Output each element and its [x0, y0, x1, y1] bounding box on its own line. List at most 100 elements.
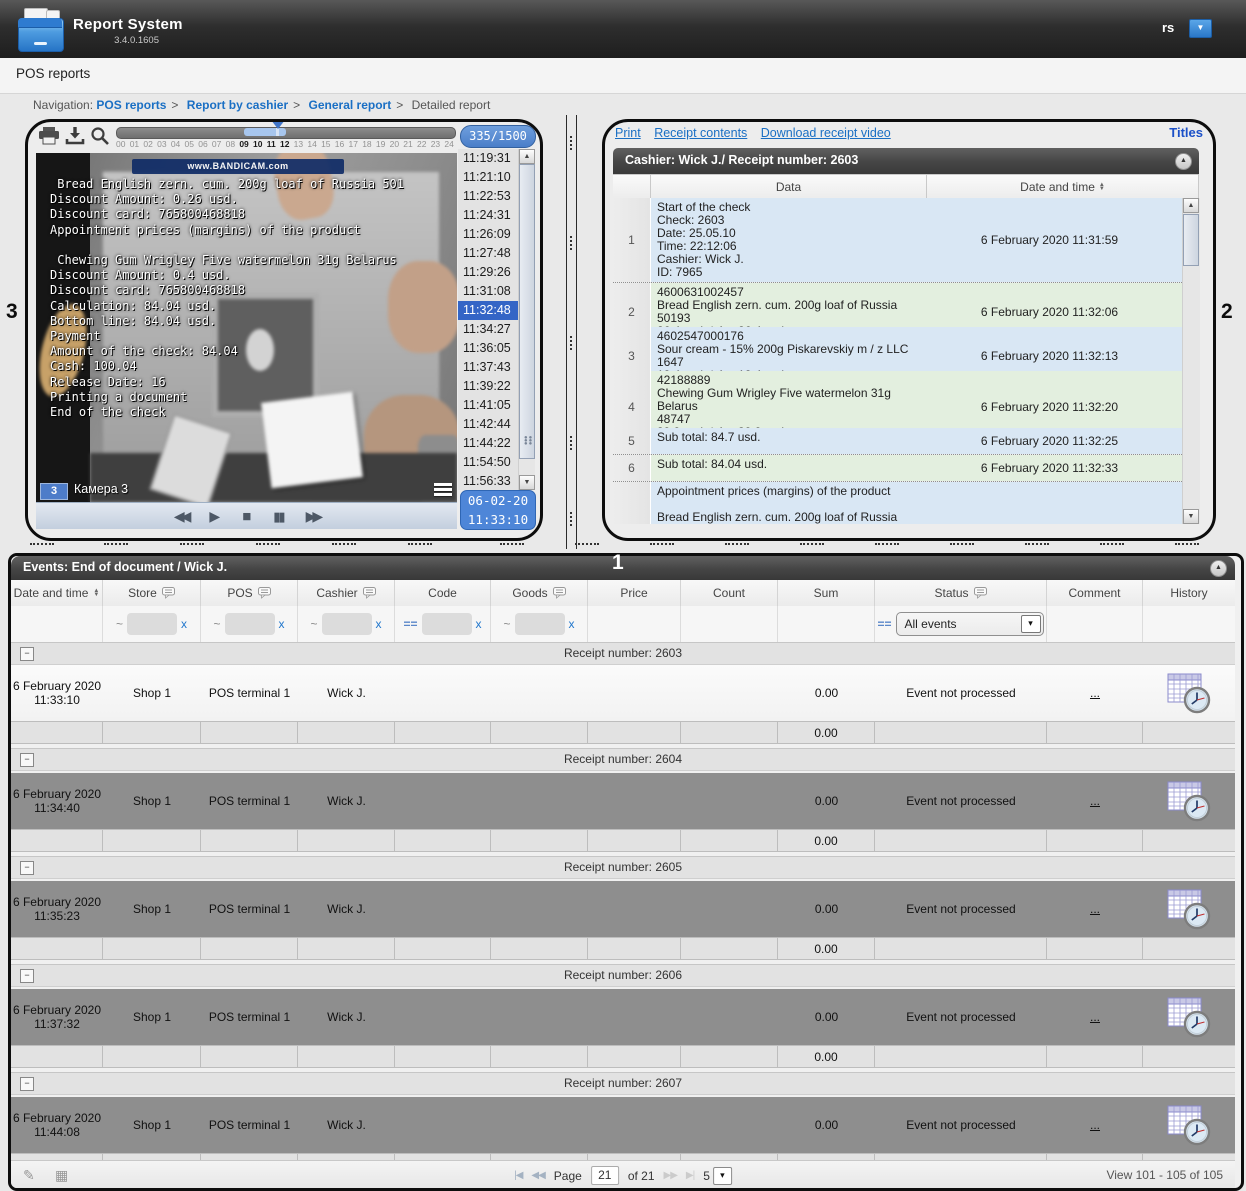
- user-menu-button[interactable]: ▼: [1189, 19, 1212, 38]
- history-cell[interactable]: [1143, 989, 1235, 1045]
- fragment-time-item[interactable]: 11:31:08: [458, 282, 518, 301]
- cashier-filter-input[interactable]: [322, 613, 372, 635]
- scrollbar-thumb[interactable]: [1183, 214, 1199, 266]
- col-date-and-time[interactable]: Date and time▲▼: [11, 580, 103, 606]
- breadcrumb-link-pos-reports[interactable]: POS reports: [96, 98, 166, 112]
- fragment-time-item[interactable]: 11:21:10: [458, 168, 518, 187]
- fragment-time-item[interactable]: 11:19:31: [458, 149, 518, 168]
- prev-page-button[interactable]: ◀◀: [531, 1170, 544, 1181]
- first-page-button[interactable]: |◀: [514, 1170, 522, 1181]
- collapse-group-icon[interactable]: −: [20, 753, 34, 767]
- col-pos[interactable]: POS: [201, 580, 298, 606]
- fragment-time-item[interactable]: 11:29:26: [458, 263, 518, 282]
- col-comment[interactable]: Comment: [1047, 580, 1143, 606]
- comment-link[interactable]: ...: [1090, 1118, 1100, 1132]
- grid-view-icon[interactable]: ▦: [55, 1167, 68, 1184]
- comment-link[interactable]: ...: [1090, 1010, 1100, 1024]
- collapse-receipt-icon[interactable]: ▲: [1175, 153, 1192, 170]
- col-sum[interactable]: Sum: [778, 580, 875, 606]
- fragment-time-item[interactable]: 11:34:27: [458, 320, 518, 339]
- rewind-button[interactable]: ◀◀: [174, 509, 188, 523]
- edit-pencil-icon[interactable]: ✎: [23, 1167, 35, 1184]
- col-cashier[interactable]: Cashier: [298, 580, 395, 606]
- search-zoom-icon[interactable]: [90, 126, 114, 146]
- history-cell[interactable]: [1143, 1097, 1235, 1153]
- col-status[interactable]: Status: [875, 580, 1047, 606]
- fragment-time-item[interactable]: 11:41:05: [458, 396, 518, 415]
- time-list-scrollbar[interactable]: ▲ ●●●●●● ▼: [518, 149, 535, 490]
- col-history[interactable]: History: [1143, 580, 1235, 606]
- history-cell[interactable]: [1143, 665, 1235, 721]
- timeline-track[interactable]: [116, 127, 456, 139]
- history-cell[interactable]: [1143, 881, 1235, 937]
- goods-filter-input[interactable]: [515, 613, 565, 635]
- timeline-slider[interactable]: 0001020304050607080910111213141516171819…: [116, 127, 456, 151]
- pos-filter-input[interactable]: [225, 613, 275, 635]
- fragment-time-item[interactable]: 11:24:31: [458, 206, 518, 225]
- export-download-icon[interactable]: [65, 126, 89, 146]
- collapse-group-icon[interactable]: −: [20, 969, 34, 983]
- timeline-pointer-icon[interactable]: [271, 120, 285, 129]
- scroll-up-icon[interactable]: ▲: [1183, 198, 1199, 213]
- comment-link[interactable]: ...: [1090, 686, 1100, 700]
- clear-code-filter[interactable]: x: [476, 617, 482, 631]
- breadcrumb-link-report-by-cashier[interactable]: Report by cashier: [187, 98, 288, 112]
- pause-button[interactable]: ▮▮: [273, 510, 283, 523]
- fragment-time-item[interactable]: 11:56:33: [458, 472, 518, 490]
- fragment-time-item[interactable]: 11:44:22: [458, 434, 518, 453]
- download-receipt-video-link[interactable]: Download receipt video: [761, 126, 891, 140]
- scroll-down-icon[interactable]: ▼: [1183, 509, 1199, 524]
- col-code[interactable]: Code: [395, 580, 491, 606]
- video-menu-icon[interactable]: [434, 483, 452, 498]
- receipt-row[interactable]: 1 Start of the check Check: 2603 Date: 2…: [613, 198, 1182, 283]
- code-filter-input[interactable]: [422, 613, 472, 635]
- receipt-row[interactable]: 6 Sub total: 84.04 usd. 6 February 2020 …: [613, 455, 1182, 482]
- stop-button[interactable]: ■: [242, 509, 251, 524]
- next-page-button[interactable]: ▶▶: [664, 1170, 677, 1181]
- receipt-row[interactable]: 3 4602547000176 Sour cream - 15% 200g Pi…: [613, 327, 1182, 371]
- receipt-row[interactable]: 7 Appointment prices (margins) of the pr…: [613, 482, 1182, 524]
- collapse-group-icon[interactable]: −: [20, 647, 34, 661]
- fragment-time-item[interactable]: 11:36:05: [458, 339, 518, 358]
- comment-link[interactable]: ...: [1090, 902, 1100, 916]
- col-price[interactable]: Price: [588, 580, 681, 606]
- page-number-input[interactable]: 21: [591, 1166, 619, 1185]
- event-row[interactable]: 6 February 2020 11:33:10 Shop 1 POS term…: [11, 665, 1235, 721]
- fragment-time-item[interactable]: 11:26:09: [458, 225, 518, 244]
- breadcrumb-link-general-report[interactable]: General report: [309, 98, 392, 112]
- clear-goods-filter[interactable]: x: [569, 617, 575, 631]
- receipt-row[interactable]: 2 4600631002457 Bread English zern. cum.…: [613, 283, 1182, 327]
- collapse-events-icon[interactable]: ▲: [1210, 560, 1227, 577]
- receipt-scrollbar[interactable]: ▲ ▼: [1182, 198, 1200, 524]
- fragment-time-item-selected[interactable]: 11:32:48: [458, 301, 518, 320]
- fragment-time-item[interactable]: 11:39:22: [458, 377, 518, 396]
- page-size-select[interactable]: 5 ▾: [703, 1167, 732, 1185]
- event-row[interactable]: 6 February 2020 11:34:40 Shop 1 POS term…: [11, 771, 1235, 829]
- fragment-time-item[interactable]: 11:37:43: [458, 358, 518, 377]
- titles-link[interactable]: Titles: [1169, 125, 1203, 140]
- receipt-contents-link[interactable]: Receipt contents: [654, 126, 747, 140]
- scroll-up-icon[interactable]: ▲: [519, 149, 535, 164]
- col-goods[interactable]: Goods: [491, 580, 588, 606]
- scrollbar-thumb[interactable]: ●●●●●●: [519, 164, 535, 459]
- event-row[interactable]: 6 February 2020 11:44:08 Shop 1 POS term…: [11, 1095, 1235, 1153]
- last-page-button[interactable]: ▶|: [686, 1170, 694, 1181]
- receipt-row[interactable]: 4 42188889 Chewing Gum Wrigley Five wate…: [613, 371, 1182, 428]
- comment-link[interactable]: ...: [1090, 794, 1100, 808]
- history-cell[interactable]: [1143, 773, 1235, 829]
- event-row[interactable]: 6 February 2020 11:35:23 Shop 1 POS term…: [11, 879, 1235, 937]
- col-count[interactable]: Count: [681, 580, 778, 606]
- receipt-col-datetime[interactable]: Date and time▲▼: [927, 175, 1199, 199]
- clear-pos-filter[interactable]: x: [279, 617, 285, 631]
- print-link[interactable]: Print: [615, 126, 641, 140]
- select-arrow-icon[interactable]: ▾: [1021, 615, 1041, 633]
- fast-forward-button[interactable]: ▶▶: [306, 509, 320, 523]
- fragment-time-item[interactable]: 11:42:44: [458, 415, 518, 434]
- receipt-row[interactable]: 5 Sub total: 84.7 usd. 6 February 2020 1…: [613, 428, 1182, 455]
- clear-store-filter[interactable]: x: [181, 617, 187, 631]
- print-frame-icon[interactable]: [38, 126, 62, 146]
- status-filter-select[interactable]: All events▾: [896, 612, 1044, 636]
- col-store[interactable]: Store: [103, 580, 201, 606]
- event-row[interactable]: 6 February 2020 11:37:32 Shop 1 POS term…: [11, 987, 1235, 1045]
- collapse-group-icon[interactable]: −: [20, 1077, 34, 1091]
